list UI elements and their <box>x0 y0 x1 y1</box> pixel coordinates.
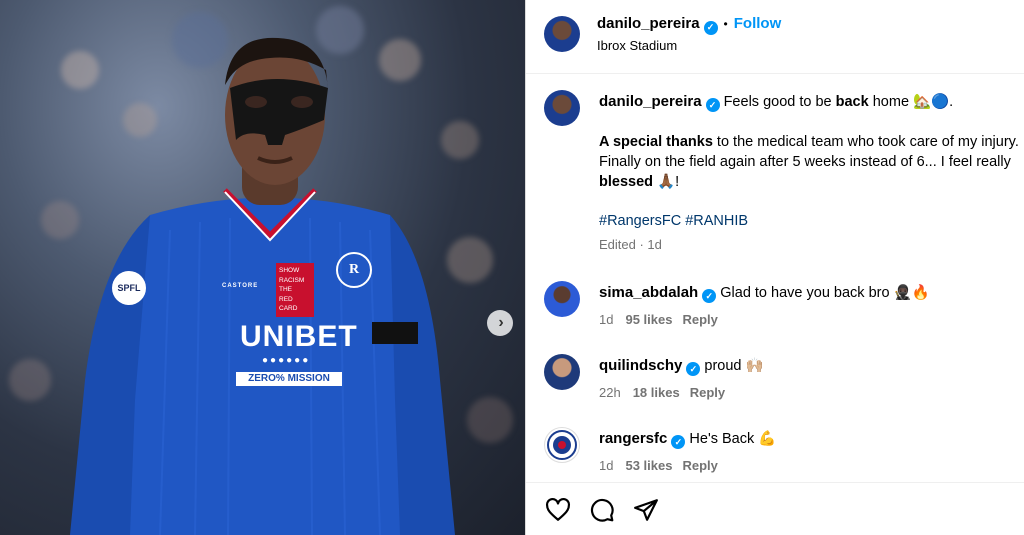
caption-bold: blessed <box>599 174 653 190</box>
comment-likes[interactable]: 95 likes <box>625 312 672 327</box>
spfl-badge-text: SPFL <box>117 283 141 293</box>
jersey-brand-text: CASTORE <box>222 283 259 289</box>
send-icon[interactable] <box>633 497 659 523</box>
avatar[interactable] <box>544 90 580 126</box>
caption: danilo_pereira ✓ Feels good to be back ho… <box>599 92 1024 252</box>
caption-bold: back <box>835 94 869 110</box>
comment-text: Glad to have you back bro 🥷🏿🔥 <box>720 285 930 301</box>
caption-text: Feels good to be <box>723 94 836 110</box>
header-row: danilo_pereira ✓ • Follow <box>597 15 781 35</box>
caption-text: home 🏡🔵. <box>868 94 954 110</box>
jersey-patch: SHOW RACISM THE RED CARD <box>276 263 314 317</box>
avatar[interactable] <box>544 354 580 390</box>
caption-line-1: danilo_pereira ✓ Feels good to be back ho… <box>599 92 1024 112</box>
comment-text: proud 🙌🏼 <box>704 358 764 374</box>
jersey-banner-text: ZERO% MISSION <box>236 372 342 386</box>
rangers-crest-icon: R <box>336 252 372 288</box>
caption-bold: A special thanks <box>599 134 713 150</box>
verified-badge-icon: ✓ <box>686 362 701 376</box>
jersey-patch-line: RACISM <box>279 276 305 284</box>
comment-body: quilindschy ✓ proud 🙌🏼 <box>599 356 764 376</box>
comment-text: He's Back 💪 <box>689 431 777 447</box>
avatar[interactable] <box>544 427 580 463</box>
jersey-patch-line: RED <box>279 295 293 303</box>
player-photo <box>70 37 455 535</box>
avatar[interactable] <box>544 16 580 52</box>
chevron-right-icon: › <box>498 314 504 331</box>
reply-button[interactable]: Reply <box>690 385 725 400</box>
heart-icon[interactable] <box>545 497 571 523</box>
caption-meta: Edited · 1d <box>599 237 662 252</box>
comment-username[interactable]: quilindschy <box>599 357 682 374</box>
comment-meta: 1d 53 likes Reply <box>599 458 718 473</box>
verified-badge-icon: ✓ <box>671 435 686 449</box>
follow-button[interactable]: Follow <box>734 15 782 32</box>
comment-meta: 22h 18 likes Reply <box>599 385 725 400</box>
comment-username[interactable]: sima_abdalah <box>599 284 698 301</box>
comment-username[interactable]: rangersfc <box>599 430 667 447</box>
reply-button[interactable]: Reply <box>682 458 717 473</box>
caption-text: 🙏🏾! <box>653 174 680 190</box>
separator-dot: • <box>723 17 728 31</box>
verified-badge-icon: ✓ <box>702 289 717 303</box>
jersey-sponsor-dots: ●●●●●● <box>262 355 311 366</box>
jersey-patch-line: THE <box>279 286 292 293</box>
comment-body: rangersfc ✓ He's Back 💪 <box>599 429 776 449</box>
reply-button[interactable]: Reply <box>682 312 717 327</box>
comment-time: 1d <box>599 458 614 473</box>
carousel-next-button[interactable]: › <box>487 310 513 336</box>
jersey-patch-line: CARD <box>279 305 298 312</box>
rangers-logo-icon <box>547 430 577 460</box>
verified-badge-icon: ✓ <box>705 98 720 112</box>
comment-likes[interactable]: 18 likes <box>633 385 680 400</box>
jersey-sponsor-text: UNIBET <box>240 320 358 353</box>
caption-paragraph: A special thanks to the medical team who… <box>599 132 1024 192</box>
comment-meta: 1d 95 likes Reply <box>599 312 718 327</box>
verified-badge-icon: ✓ <box>703 20 718 35</box>
spfl-badge: SPFL <box>112 271 146 305</box>
post-actions-bar <box>526 482 1024 535</box>
caption-username[interactable]: danilo_pereira <box>599 93 702 110</box>
post-media[interactable]: CASTORE SHOW RACISM THE RED CARD R UNIBE… <box>0 0 525 535</box>
post-details-panel: danilo_pereira ✓ • Follow Ibrox Stadium dan… <box>525 0 1024 535</box>
caption-hashtags[interactable]: #RangersFC #RANHIB <box>599 211 1024 231</box>
comment-time: 1d <box>599 312 614 327</box>
jersey-patch-line: SHOW <box>279 267 300 274</box>
avatar[interactable] <box>544 281 580 317</box>
comment-likes[interactable]: 53 likes <box>625 458 672 473</box>
post-author-username[interactable]: danilo_pereira <box>597 15 700 32</box>
post-location[interactable]: Ibrox Stadium <box>597 38 677 53</box>
post-header: danilo_pereira ✓ • Follow Ibrox Stadium <box>526 0 1024 74</box>
comment-body: sima_abdalah ✓ Glad to have you back bro … <box>599 283 930 303</box>
comment-icon[interactable] <box>589 497 615 523</box>
comment-time: 22h <box>599 385 621 400</box>
